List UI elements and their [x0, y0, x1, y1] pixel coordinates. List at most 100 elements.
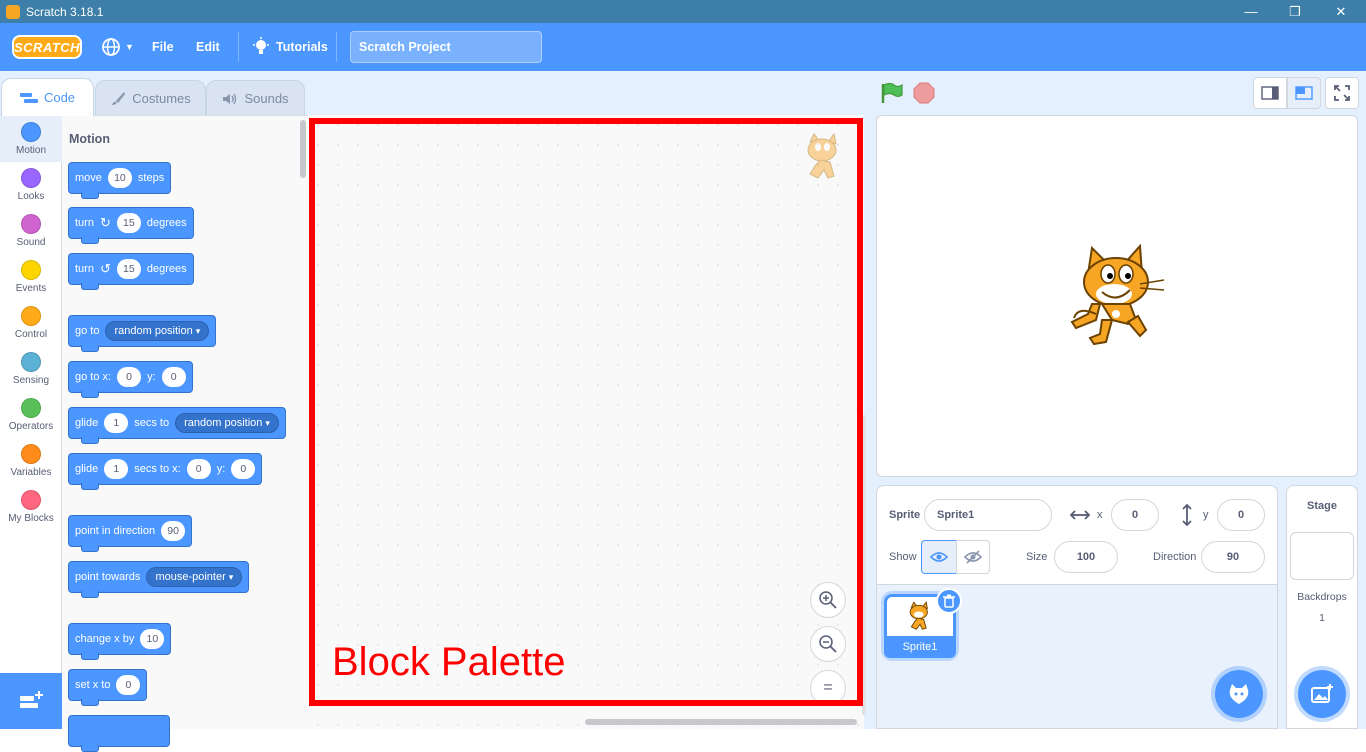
tab-code[interactable]: Code	[1, 78, 94, 116]
secs-input[interactable]: 1	[104, 413, 129, 433]
degrees-input[interactable]: 15	[116, 213, 141, 233]
block-text: turn	[75, 217, 94, 229]
x-change-input[interactable]: 10	[140, 629, 165, 649]
window-title: Scratch 3.18.1	[26, 4, 104, 19]
degrees-input[interactable]: 15	[116, 259, 141, 279]
secs-input[interactable]: 1	[104, 459, 129, 479]
rotate-left-icon: ↺	[99, 261, 111, 276]
eye-slash-icon	[964, 550, 982, 564]
direction-input[interactable]: 90	[161, 521, 186, 541]
show-sprite-button[interactable]	[921, 540, 957, 574]
file-menu[interactable]: File	[152, 23, 174, 71]
block-glide-xy[interactable]: glide 1 secs to x: 0 y: 0	[68, 453, 263, 490]
category-variables[interactable]: Variables	[0, 438, 62, 484]
restore-button[interactable]: ❐	[1272, 0, 1318, 23]
y-input[interactable]: 0	[161, 367, 186, 387]
x-set-input[interactable]: 0	[116, 675, 141, 695]
block-point-towards[interactable]: point towards mouse-pointer	[68, 561, 250, 598]
tutorials-label: Tutorials	[276, 40, 328, 54]
choose-backdrop-button[interactable]	[1298, 670, 1346, 718]
scratch-app-icon	[6, 4, 20, 19]
large-stage-button[interactable]	[1287, 77, 1321, 109]
block-text: point in direction	[75, 525, 156, 537]
fullscreen-button[interactable]	[1325, 77, 1359, 109]
globe-icon	[102, 38, 120, 56]
large-stage-icon	[1295, 86, 1313, 100]
edit-menu[interactable]: Edit	[196, 23, 220, 71]
sprite-label: Sprite	[889, 509, 921, 521]
block-turn-right[interactable]: turn ↻ 15 degrees	[68, 207, 194, 244]
green-flag-icon[interactable]	[880, 82, 904, 104]
category-sensing[interactable]: Sensing	[0, 346, 62, 392]
control-color-dot	[21, 306, 41, 326]
rotate-right-icon: ↻	[99, 215, 111, 230]
zoom-in-button[interactable]	[810, 582, 846, 618]
y-position-input[interactable]: 0	[1217, 499, 1265, 531]
block-go-to-xy[interactable]: go to x: 0 y: 0	[68, 361, 193, 398]
target-dropdown[interactable]: random position	[175, 413, 279, 433]
variables-color-dot	[21, 444, 41, 464]
hide-sprite-button[interactable]	[956, 540, 990, 574]
delete-sprite-button[interactable]	[936, 588, 962, 614]
sprite-thumbnail-label: Sprite1	[884, 636, 956, 658]
target-dropdown[interactable]: random position	[105, 321, 210, 341]
brush-icon	[112, 91, 126, 105]
category-events[interactable]: Events	[0, 254, 62, 300]
x-input[interactable]: 0	[186, 459, 211, 479]
x-position-icon	[1070, 510, 1090, 520]
category-motion[interactable]: Motion	[0, 116, 62, 162]
direction-input[interactable]: 90	[1201, 541, 1265, 573]
script-area-horizontal-scrollbar[interactable]	[585, 719, 857, 725]
block-change-x[interactable]: change x by 10	[68, 623, 172, 660]
chevron-down-icon: ▼	[125, 42, 134, 52]
zoom-reset-button[interactable]: =	[810, 670, 846, 706]
close-window-button[interactable]: ✕	[1318, 0, 1364, 23]
block-text: glide	[75, 417, 99, 429]
category-looks[interactable]: Looks	[0, 162, 62, 208]
block-text: degrees	[146, 263, 187, 275]
block-text: glide	[75, 463, 99, 475]
category-operators[interactable]: Operators	[0, 392, 62, 438]
block-text: move	[75, 172, 102, 184]
minimize-button[interactable]: —	[1228, 0, 1274, 23]
category-label: Control	[14, 329, 48, 340]
language-menu[interactable]: ▼	[100, 23, 134, 71]
add-extension-button[interactable]	[0, 673, 62, 729]
sprite-name-input[interactable]: Sprite1	[924, 499, 1052, 531]
tab-costumes[interactable]: Costumes	[95, 80, 206, 116]
tutorials-menu[interactable]: Tutorials	[252, 23, 328, 71]
show-label: Show	[889, 551, 917, 563]
cat-sprite[interactable]	[1066, 244, 1166, 350]
x-position-input[interactable]: 0	[1111, 499, 1159, 531]
scratch-logo[interactable]: SCRATCH	[12, 35, 82, 59]
script-area[interactable]	[308, 115, 864, 729]
zoom-out-button[interactable]	[810, 626, 846, 662]
small-stage-button[interactable]	[1253, 77, 1287, 109]
x-label: x	[1097, 509, 1103, 521]
project-title-input[interactable]: Scratch Project	[350, 31, 542, 63]
block-partial[interactable]	[68, 715, 170, 752]
block-move-steps[interactable]: move 10 steps	[68, 162, 172, 199]
block-point-direction[interactable]: point in direction 90	[68, 515, 193, 552]
category-label: My Blocks	[8, 513, 54, 524]
tab-sounds[interactable]: Sounds	[206, 80, 305, 116]
choose-sprite-button[interactable]	[1215, 670, 1263, 718]
y-input[interactable]: 0	[231, 459, 256, 479]
steps-input[interactable]: 10	[107, 168, 132, 188]
palette-scrollbar[interactable]	[300, 120, 306, 178]
category-my-blocks[interactable]: My Blocks	[0, 484, 62, 530]
block-glide-to[interactable]: glide 1 secs to random position	[68, 407, 286, 444]
block-turn-left[interactable]: turn ↺ 15 degrees	[68, 253, 194, 290]
backdrop-thumbnail[interactable]	[1290, 532, 1354, 580]
window-titlebar: Scratch 3.18.1 — ❐ ✕	[0, 0, 1366, 23]
block-set-x[interactable]: set x to 0	[68, 669, 148, 706]
block-go-to[interactable]: go to random position	[68, 315, 217, 352]
stop-icon[interactable]	[913, 82, 935, 104]
target-dropdown[interactable]: mouse-pointer	[146, 567, 243, 587]
x-input[interactable]: 0	[117, 367, 142, 387]
category-control[interactable]: Control	[0, 300, 62, 346]
size-input[interactable]: 100	[1054, 541, 1118, 573]
direction-label: Direction	[1153, 551, 1197, 563]
category-sound[interactable]: Sound	[0, 208, 62, 254]
script-area-vertical-scrollbar[interactable]	[862, 415, 866, 715]
